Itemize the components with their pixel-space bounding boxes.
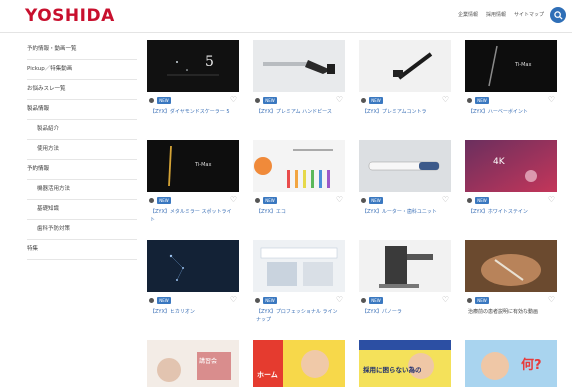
banner-text: 採用に困らない為の [363,366,422,374]
sidebar-item-faq[interactable]: お悩みスレ一覧 [27,80,137,100]
video-title[interactable]: 【ZYX】ダイヤモンドスケーラー 5 [150,108,236,126]
heart-icon[interactable]: ♡ [230,95,237,104]
video-card[interactable]: NEW ♡ 【ZYX】エコ [253,140,345,235]
video-card[interactable]: Ti-Max NEW ♡ 【ZYX】メタルミラー スポットライト [147,140,239,235]
banner-card[interactable]: 採用に困らない為の [359,340,451,387]
new-badge: NEW [369,297,383,304]
new-badge: NEW [475,197,489,204]
heart-icon[interactable]: ♡ [336,95,343,104]
banner-text: 講習会 [199,358,218,365]
video-card[interactable]: NEW ♡ 【ZYX】ヒカリオン [147,240,239,335]
banner-thumbnail[interactable]: 採用に困らない為の [359,340,451,387]
video-thumbnail[interactable]: Ti-Max [465,40,557,92]
svg-text:4K: 4K [493,157,506,167]
header-link-company[interactable]: 企業情報 [458,11,478,18]
heart-icon[interactable]: ♡ [336,295,343,304]
video-thumbnail[interactable] [359,40,451,92]
video-title[interactable]: 【ZYX】プレミアム ハンドピース [256,108,342,126]
svg-text:Ti-Max: Ti-Max [194,162,211,168]
new-badge: NEW [263,97,277,104]
video-thumbnail[interactable]: 5 [147,40,239,92]
banner-text: ホーム [257,371,278,379]
sidebar-section-reservation[interactable]: 予約情報 [27,160,137,180]
sidebar-item-prevention[interactable]: 歯科予防対策 [27,220,137,240]
video-thumbnail[interactable]: Ti-Max [147,140,239,192]
search-icon [553,10,563,20]
new-badge: NEW [475,297,489,304]
banner-thumbnail[interactable]: 何? [465,340,557,387]
sidebar-section-products[interactable]: 製品情報 [27,100,137,120]
video-card[interactable]: NEW ♡ 【ZYX】パノーラ [359,240,451,335]
banner-card[interactable]: ホーム [253,340,345,387]
svg-text:Ti-Max: Ti-Max [514,62,531,68]
video-title[interactable]: 治療前の患者説明に有効な動画 [468,308,554,326]
video-title[interactable]: 【ZYX】ハーベーボイント [468,108,554,126]
video-card[interactable]: NEW ♡ 【ZYX】プレミアムコントラ [359,40,451,135]
banner-thumbnail[interactable]: ホーム [253,340,345,387]
heart-icon[interactable]: ♡ [230,295,237,304]
new-badge: NEW [157,197,171,204]
video-title[interactable]: 【ZYX】メタルミラー スポットライト [150,208,236,226]
video-card[interactable]: NEW ♡ 【ZYX】ルーター・歯科ユニット [359,140,451,235]
heart-icon[interactable]: ♡ [548,95,555,104]
video-title[interactable]: 【ZYX】プロフェッショナル ラインナップ [256,308,342,326]
banner-thumbnail[interactable]: 講習会 [147,340,239,387]
heart-icon[interactable]: ♡ [442,195,449,204]
heart-icon[interactable]: ♡ [548,295,555,304]
header-link-recruit[interactable]: 採用情報 [486,11,506,18]
video-title[interactable]: 【ZYX】パノーラ [362,308,448,326]
sidebar-item-product-intro[interactable]: 製品紹介 [27,120,137,140]
video-title[interactable]: 【ZYX】ホワイトステイン [468,208,554,226]
top-bar: YOSHIDA 企業情報 採用情報 サイトマップ [0,0,572,33]
new-badge: NEW [263,297,277,304]
video-thumbnail[interactable] [147,240,239,292]
new-badge: NEW [369,197,383,204]
video-thumbnail[interactable] [253,240,345,292]
heart-icon[interactable]: ♡ [442,95,449,104]
search-button[interactable] [550,7,566,23]
video-title[interactable]: 【ZYX】エコ [256,208,342,226]
banner-card[interactable]: 講習会 [147,340,239,387]
heart-icon[interactable]: ♡ [548,195,555,204]
sidebar-item-usage[interactable]: 使用方法 [27,140,137,160]
banner-text: 何? [521,358,542,373]
new-badge: NEW [157,97,171,104]
video-card[interactable]: NEW ♡ 【ZYX】プロフェッショナル ラインナップ [253,240,345,335]
banner-card[interactable]: 何? [465,340,557,387]
sidebar-item-feature[interactable]: 特集 [27,240,137,260]
video-card[interactable]: 5 NEW ♡ 【ZYX】ダイヤモンドスケーラー 5 [147,40,239,135]
video-thumbnail[interactable] [465,240,557,292]
sidebar-nav: 予約情報・動画一覧 Pickup／特集動画 お悩みスレ一覧 製品情報 製品紹介 … [27,40,137,260]
heart-icon[interactable]: ♡ [442,295,449,304]
yoshida-logo[interactable]: YOSHIDA [25,6,115,26]
video-thumbnail[interactable] [253,140,345,192]
sidebar-item-pickup[interactable]: Pickup／特集動画 [27,60,137,80]
video-thumbnail[interactable] [359,140,451,192]
sidebar-item-basics[interactable]: 基礎知識 [27,200,137,220]
video-thumbnail[interactable]: 4K [465,140,557,192]
video-thumbnail[interactable] [253,40,345,92]
header-link-sitemap[interactable]: サイトマップ [514,11,544,18]
video-title[interactable]: 【ZYX】プレミアムコントラ [362,108,448,126]
video-card[interactable]: 4K NEW ♡ 【ZYX】ホワイトステイン [465,140,557,235]
video-title[interactable]: 【ZYX】ルーター・歯科ユニット [362,208,448,226]
sidebar-item-video-list[interactable]: 予約情報・動画一覧 [27,40,137,60]
sidebar-item-equipment[interactable]: 機器活用方法 [27,180,137,200]
svg-text:5: 5 [205,54,214,70]
new-badge: NEW [369,97,383,104]
video-card[interactable]: Ti-Max NEW ♡ 【ZYX】ハーベーボイント [465,40,557,135]
video-title[interactable]: 【ZYX】ヒカリオン [150,308,236,326]
heart-icon[interactable]: ♡ [230,195,237,204]
video-thumbnail[interactable] [359,240,451,292]
new-badge: NEW [263,197,277,204]
new-badge: NEW [475,97,489,104]
video-card[interactable]: NEW ♡ 【ZYX】プレミアム ハンドピース [253,40,345,135]
heart-icon[interactable]: ♡ [336,195,343,204]
new-badge: NEW [157,297,171,304]
header-links: 企業情報 採用情報 サイトマップ [458,11,544,18]
video-card[interactable]: NEW ♡ 治療前の患者説明に有効な動画 [465,240,557,335]
